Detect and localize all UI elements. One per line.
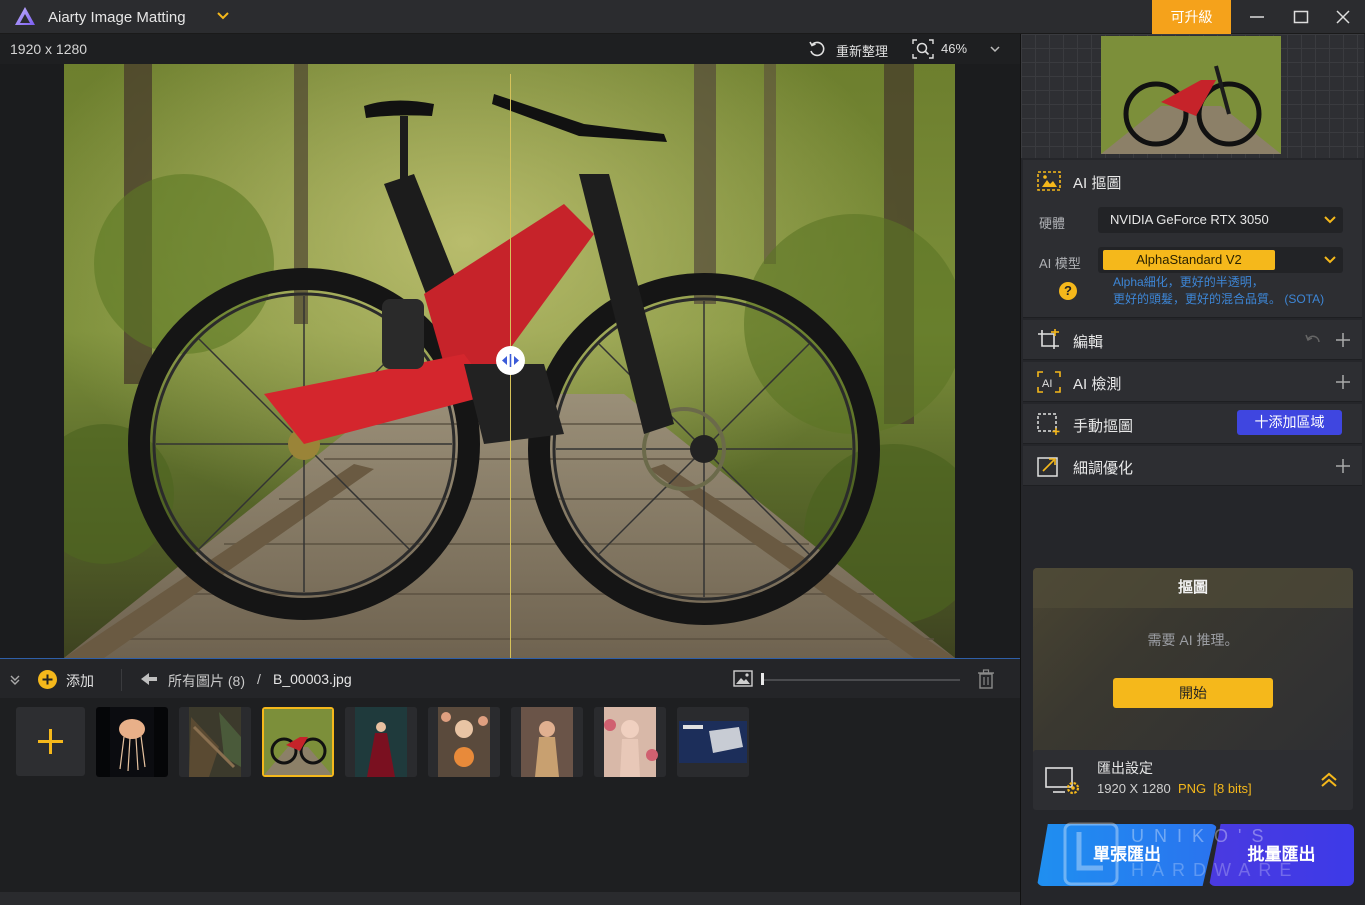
app-title: Aiarty Image Matting — [48, 9, 186, 26]
thumbnail-woman-red-dress[interactable] — [345, 707, 417, 777]
zoom-dropdown-chevron-icon[interactable] — [989, 43, 1001, 55]
thumbnail-jellyfish[interactable] — [96, 707, 168, 777]
ai-matting-title: AI 摳圖 — [1073, 175, 1122, 192]
help-icon[interactable]: ? — [1059, 282, 1077, 300]
ai-detect-section[interactable]: AI AI 檢測 — [1023, 362, 1362, 402]
export-settings-icon — [1045, 767, 1080, 795]
split-arrows-icon — [502, 354, 519, 367]
export-format: PNG — [1177, 781, 1207, 796]
matting-card-title: 摳圖 — [1033, 568, 1353, 608]
add-image-tile[interactable] — [16, 707, 85, 776]
add-image-plus-icon[interactable] — [38, 670, 57, 689]
manual-matting-section[interactable]: 手動摳圖 十添加區域 — [1023, 404, 1362, 444]
minimize-icon — [1250, 16, 1264, 18]
undo-icon[interactable] — [1304, 331, 1322, 349]
minimize-button[interactable] — [1235, 0, 1279, 34]
breadcrumb-all-images[interactable]: 所有圖片 (8) — [168, 671, 245, 691]
thumbnail-woman-roses[interactable] — [594, 707, 666, 777]
preview-thumbnail — [1101, 36, 1281, 154]
plus-icon — [38, 729, 63, 754]
add-region-button[interactable]: 十添加區域 — [1237, 410, 1342, 435]
hardware-label: 硬體 — [1039, 216, 1066, 231]
reset-icon[interactable] — [808, 40, 826, 58]
ai-model-description-line1: Alpha細化，更好的半透明， — [1113, 275, 1264, 289]
ai-matting-icon — [1037, 171, 1061, 191]
chevron-down-icon — [1324, 216, 1336, 224]
app-logo-icon — [15, 7, 35, 25]
ai-matting-section: AI 摳圖 硬體 NVIDIA GeForce RTX 3050 AI 模型 A… — [1023, 160, 1362, 318]
maximize-button[interactable] — [1279, 0, 1323, 34]
edit-title: 編輯 — [1073, 334, 1104, 351]
ai-model-value: AlphaStandard V2 — [1136, 252, 1242, 267]
refine-section[interactable]: 細調優化 — [1023, 446, 1362, 486]
start-button[interactable]: 開始 — [1113, 678, 1273, 708]
thumbnail-hardware-box[interactable] — [677, 707, 749, 777]
export-specs: 1920 X 1280 PNG [8 bits] — [1097, 781, 1252, 796]
thumbnail-bicycle[interactable] — [262, 707, 334, 777]
back-arrow-icon[interactable] — [140, 671, 158, 687]
thumbnail-forest-debris[interactable] — [179, 707, 251, 777]
filmstrip-toolbar: 添加 所有圖片 (8) / B_00003.jpg — [0, 658, 1020, 698]
image-toolbar: 1920 x 1280 重新整理 46% — [0, 34, 1020, 64]
trash-icon[interactable] — [977, 669, 995, 689]
double-chevron-up-icon[interactable] — [1319, 770, 1339, 790]
export-size: 1920 X 1280 — [1097, 781, 1171, 796]
app-menu-chevron-icon[interactable] — [216, 9, 230, 23]
hardware-value: NVIDIA GeForce RTX 3050 — [1110, 212, 1269, 227]
watermark-text-line1: UNIKO'S — [1131, 826, 1274, 846]
svg-text:AI: AI — [1042, 378, 1052, 390]
ai-detect-icon: AI — [1037, 371, 1061, 393]
thumbnail-woman-gold-dress[interactable] — [511, 707, 583, 777]
image-dimensions: 1920 x 1280 — [10, 41, 88, 57]
thumbnail-size-icon — [733, 670, 753, 687]
close-button[interactable] — [1321, 0, 1365, 34]
expand-plus-icon[interactable] — [1334, 331, 1352, 349]
add-images-button[interactable]: 添加 — [66, 671, 94, 691]
breadcrumb-current-file: B_00003.jpg — [273, 671, 352, 687]
bottom-status-bar — [0, 892, 1020, 905]
divider — [121, 669, 122, 691]
close-icon — [1336, 10, 1350, 24]
ai-detect-title: AI 檢測 — [1073, 376, 1122, 393]
edit-section[interactable]: 編輯 — [1023, 320, 1362, 360]
ai-model-label: AI 模型 — [1039, 256, 1081, 271]
thumbnail-size-slider[interactable] — [762, 679, 960, 681]
matting-card: 摳圖 需要 AI 推理。 開始 — [1033, 568, 1353, 764]
refine-title: 細調優化 — [1073, 460, 1134, 477]
hardware-select[interactable]: NVIDIA GeForce RTX 3050 — [1098, 207, 1343, 233]
ai-model-value-pill: AlphaStandard V2 — [1103, 250, 1275, 270]
edit-crop-icon — [1038, 329, 1059, 349]
thumbnail-size-slider-knob[interactable] — [761, 673, 764, 685]
reset-button[interactable]: 重新整理 — [836, 41, 888, 60]
expand-plus-icon[interactable] — [1334, 457, 1352, 475]
preview-pane — [1021, 34, 1364, 158]
thumbnail-strip — [0, 698, 1020, 892]
upgrade-button[interactable]: 可升級 — [1152, 0, 1231, 34]
ai-model-select[interactable]: AlphaStandard V2 — [1098, 247, 1343, 273]
breadcrumb-separator: / — [257, 671, 261, 687]
export-bit-depth: [8 bits] — [1213, 781, 1252, 796]
manual-matting-title: 手動摳圖 — [1073, 418, 1134, 435]
collapse-chevron-icon[interactable] — [8, 673, 22, 687]
zoom-level[interactable]: 46% — [941, 41, 967, 56]
export-settings[interactable]: 匯出設定 1920 X 1280 PNG [8 bits] — [1033, 750, 1353, 810]
thumbnail-woman-flowers[interactable] — [428, 707, 500, 777]
expand-plus-icon[interactable] — [1334, 373, 1352, 391]
plus-icon — [42, 674, 53, 685]
comparison-split-handle[interactable] — [496, 346, 525, 375]
matting-card-note: 需要 AI 推理。 — [1147, 632, 1239, 648]
zoom-icon[interactable] — [912, 39, 934, 59]
watermark-text-line2: HARDWARE — [1131, 860, 1300, 880]
manual-matting-icon — [1037, 413, 1060, 435]
title-bar: Aiarty Image Matting 可升級 — [0, 0, 1365, 34]
right-panel: AI 摳圖 硬體 NVIDIA GeForce RTX 3050 AI 模型 A… — [1020, 34, 1365, 905]
ai-model-description-line2: 更好的頭髮，更好的混合品質。 (SOTA) — [1113, 292, 1325, 306]
refine-icon — [1037, 457, 1058, 477]
export-settings-title: 匯出設定 — [1097, 760, 1153, 776]
chevron-down-icon — [1324, 256, 1336, 264]
maximize-icon — [1293, 10, 1309, 24]
